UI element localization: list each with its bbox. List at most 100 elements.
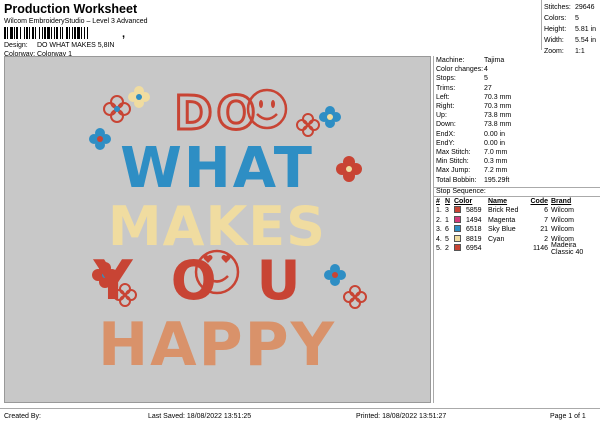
seq-color-code: 1494 [466,216,482,224]
seq-brand: Wilcom [551,207,574,215]
machine-value: 195.29ft [484,176,510,184]
footer: Created By: Last Saved: 18/08/2022 13:51… [0,408,600,424]
stat-colors: Colors: 5 [544,15,579,22]
seq-number: 3. [436,226,442,234]
flower-icon [296,113,320,137]
seq-brand: Madeira Classic 40 [551,241,584,256]
seq-color-code: 8819 [466,235,482,243]
machine-row: Min Stitch: 0.3 mm [434,157,600,166]
stop-sequence-title: Stop Sequence: [434,186,600,197]
machine-list: Machine: Tajima Color changes: 4 Stops: 5 Trim… [434,56,600,185]
seq-name: Sky Blue [488,226,516,234]
machine-row: Trims: 27 [434,84,600,93]
machine-label: Up: [436,112,447,120]
flower-icon [319,106,341,128]
swatch-box [454,234,461,242]
stop-sequence-row: 2. 1 1494 Magenta 7 Wilcom [434,215,600,226]
color-swatch [454,225,466,234]
stat-width: Width: 5.54 in [544,37,597,44]
seq-color-code: 6954 [466,245,482,253]
machine-label: Color changes: [436,66,484,74]
machine-label: Trims: [436,84,456,92]
seq-code: 2 [544,235,548,243]
seq-number: 4. [436,235,442,243]
machine-row: Total Bobbin: 195.29ft [434,175,600,184]
barcode-suffix: , [122,28,126,40]
seq-number: 1. [436,207,442,215]
machine-row: Color changes: 4 [434,65,600,74]
stop-sequence-list: 1. 3 5859 Brick Red 6 Wilcom 2. 1 1494 Magenta 7 Wi… [434,206,600,256]
machine-row: EndX: 0.00 in [434,130,600,139]
embroidery-artwork: DO WHAT MAKES YOU HAPPY [89,85,367,380]
flower-icon [103,95,131,123]
machine-value: 7.2 mm [484,167,508,175]
design-label: Design: [4,42,28,49]
software-subtitle: Wilcom EmbroideryStudio – Level 3 Advanc… [4,18,148,25]
stats-panel: Stitches: 29646 Colors: 5 Height: 5.81 in W… [544,2,596,57]
machine-label: Max Stitch: [436,148,471,156]
machine-label: Down: [436,121,456,129]
machine-label: Stops: [436,75,456,83]
page-number: Page 1 of 1 [550,413,586,420]
machine-value: 5 [484,75,488,83]
machine-row: Right: 70.3 mm [434,102,600,111]
seq-name: Brick Red [488,207,519,215]
machine-row: EndY: 0.00 in [434,139,600,148]
stop-sequence-row: 3. 6 6518 Sky Blue 21 Wilcom [434,225,600,235]
barcode [4,27,128,39]
machine-row: Down: 73.8 mm [434,120,600,129]
machine-label: EndY: [436,139,455,147]
machine-label: Machine: [436,57,465,65]
stop-sequence-row: 5. 2 6954 1146 Madeira Classic 40 [434,241,600,256]
machine-label: Min Stitch: [436,158,469,166]
color-swatch [454,206,466,215]
seq-brand: Wilcom [551,216,574,224]
barcode-bar [88,27,89,39]
machine-label: Left: [436,93,450,101]
design-line-happy: HAPPY [98,310,336,380]
seq-color-code: 6518 [466,226,482,234]
machine-value: 70.3 mm [484,103,512,111]
flower-icon [89,128,111,150]
design-value: DO WHAT MAKES 5,8IN [36,42,115,49]
flower-icon [128,86,150,108]
machine-row: Max Stitch: 7.0 mm [434,148,600,157]
seq-name: Magenta [488,216,516,224]
design-line-do: DO [174,86,259,140]
design-preview: DO WHAT MAKES YOU HAPPY [4,56,431,403]
machine-row: Stops: 5 [434,74,600,83]
design-line-you: YOU [93,249,341,312]
machine-value: 73.8 mm [484,121,512,129]
machine-value: 0.3 mm [484,158,508,166]
machine-row: Machine: Tajima [434,56,600,65]
machine-value: 4 [484,66,488,74]
seq-brand: Wilcom [551,226,574,234]
machine-value: 0.00 in [484,139,506,147]
seq-number: 2. [436,216,442,224]
design-line: Design: DO WHAT MAKES 5,8IN [4,42,115,49]
seq-name: Cyan [488,235,505,243]
seq-n: 5 [445,235,449,243]
seq-code: 6 [544,207,548,215]
stat-stitches: Stitches: 29646 [544,4,595,11]
seq-n: 2 [445,245,449,253]
printed-date: Printed: 18/08/2022 13:51:27 [356,413,447,420]
machine-row: Up: 73.8 mm [434,111,600,120]
created-by: Created By: [4,413,41,420]
last-saved: Last Saved: 18/08/2022 13:51:25 [148,413,252,420]
machine-value: 7.0 mm [484,148,508,156]
stop-sequence-row: 1. 3 5859 Brick Red 6 Wilcom [434,206,600,216]
flower-icon [343,285,367,309]
color-swatch [454,234,466,244]
swatch-box [454,225,461,233]
stop-sequence-header: # N Color Name Code Brand [436,197,572,205]
seq-n: 6 [445,226,449,234]
seq-n: 1 [445,216,449,224]
machine-row: Max Jump: 7.2 mm [434,166,600,175]
machine-value: 0.00 in [484,130,506,138]
swatch-box [454,244,461,252]
machine-value: 73.8 mm [484,112,512,120]
color-swatch [454,215,466,225]
seq-number: 5. [436,245,442,253]
swatch-box [454,206,461,214]
